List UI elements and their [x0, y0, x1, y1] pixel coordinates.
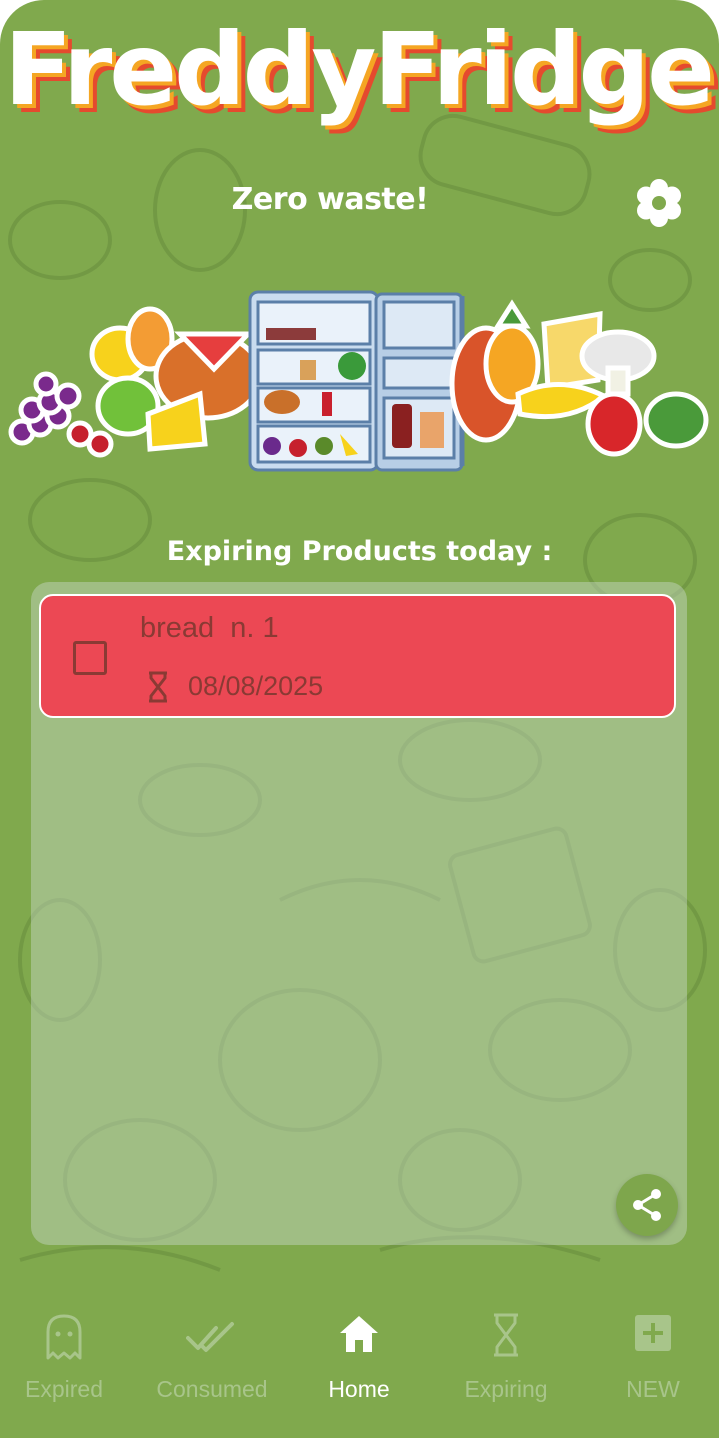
- settings-button[interactable]: [632, 176, 686, 230]
- ghost-icon: [46, 1314, 82, 1360]
- home-icon: [340, 1316, 378, 1352]
- nav-label-expired: Expired: [25, 1376, 103, 1402]
- share-icon: [633, 1189, 661, 1221]
- bottom-navigation: Expired Consumed Home Expiring NEW: [0, 1290, 719, 1438]
- product-expiry-date: 08/08/2025: [188, 671, 324, 701]
- nav-label-new: NEW: [626, 1376, 680, 1402]
- tagline: Zero waste!: [231, 182, 429, 217]
- nav-label-home: Home: [328, 1376, 390, 1402]
- gear-flower-icon: [637, 179, 681, 227]
- svg-text:FreddyFridge: FreddyFridge: [4, 14, 712, 128]
- nav-label-expiring: Expiring: [464, 1376, 548, 1402]
- product-card[interactable]: bread n. 1 08/08/2025: [39, 594, 676, 718]
- section-title: Expiring Products today :: [166, 536, 553, 567]
- hourglass-icon: [494, 1313, 518, 1357]
- double-check-icon: [186, 1322, 234, 1352]
- nav-label-consumed: Consumed: [156, 1376, 268, 1402]
- nav-item-consumed[interactable]: Consumed: [140, 1290, 284, 1438]
- product-checkbox[interactable]: [73, 641, 107, 675]
- product-name: bread n. 1: [140, 612, 279, 644]
- nav-item-home[interactable]: Home: [287, 1290, 431, 1438]
- nav-item-expiring[interactable]: Expiring: [434, 1290, 578, 1438]
- share-button[interactable]: [616, 1174, 678, 1236]
- add-box-icon: [635, 1315, 671, 1351]
- freddyfridge-logo: FreddyFridge FreddyFridge FreddyFridge: [4, 14, 719, 136]
- hourglass-icon: [149, 671, 167, 703]
- app-screen: FreddyFridge FreddyFridge FreddyFridge Z…: [0, 0, 719, 1438]
- nav-item-new[interactable]: NEW: [581, 1290, 719, 1438]
- nav-item-expired[interactable]: Expired: [0, 1290, 136, 1438]
- fridge-food-illustration: [8, 290, 709, 472]
